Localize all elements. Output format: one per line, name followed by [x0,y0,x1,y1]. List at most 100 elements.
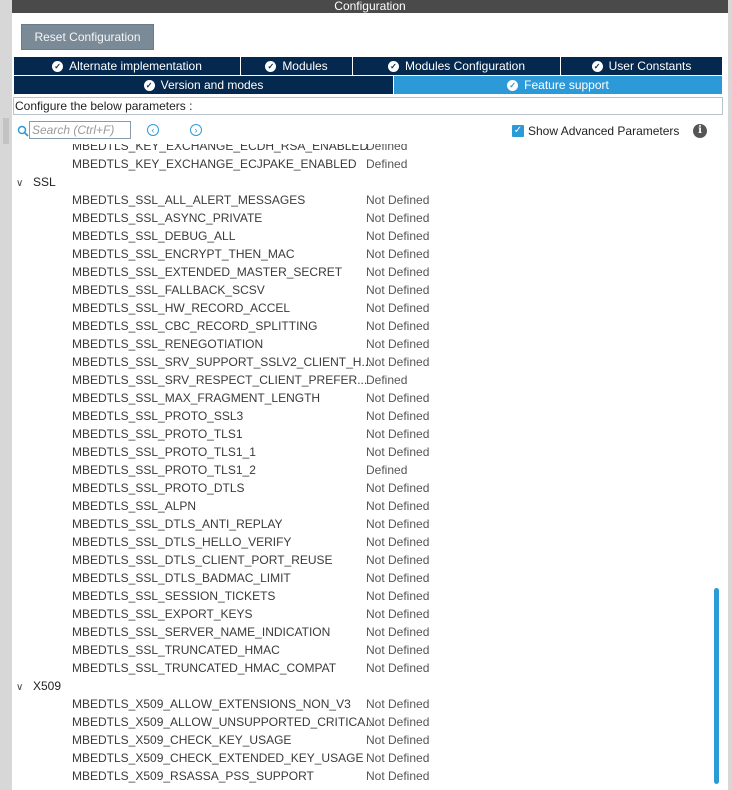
parameter-name: MBEDTLS_SSL_TRUNCATED_HMAC [72,643,280,657]
scrollbar-thumb[interactable] [714,588,719,784]
parameter-value: Not Defined [366,319,430,333]
parameter-value: Not Defined [366,283,430,297]
parameter-row[interactable]: MBEDTLS_SSL_RENEGOTIATION Not Defined [12,335,712,353]
reset-configuration-button[interactable]: Reset Configuration [21,24,154,50]
parameter-row[interactable]: MBEDTLS_SSL_DTLS_ANTI_REPLAY Not Defined [12,515,712,533]
search-input[interactable] [29,121,131,139]
parameter-row[interactable]: MBEDTLS_SSL_ALL_ALERT_MESSAGES Not Define… [12,191,712,209]
parameter-name: MBEDTLS_SSL_PROTO_TLS1_2 [72,463,256,477]
show-advanced-checkbox[interactable]: ✓ [512,125,524,137]
parameter-row[interactable]: MBEDTLS_SSL_PROTO_DTLS Not Defined [12,479,712,497]
parameter-row[interactable]: MBEDTLS_X509_ALLOW_EXTENSIONS_NON_V3 Not … [12,695,712,713]
group-label: SSL [33,175,56,189]
tab-modules[interactable]: ✓ Modules [241,57,353,75]
parameter-name: MBEDTLS_KEY_EXCHANGE_ECDH_RSA_ENABLED [72,144,369,153]
parameter-row[interactable]: MBEDTLS_SSL_SRV_SUPPORT_SSLV2_CLIENT_H..… [12,353,712,371]
parameter-row[interactable]: MBEDTLS_SSL_TRUNCATED_HMAC Not Defined [12,641,712,659]
group-header: ∨ X509 [16,677,61,697]
tab-label: User Constants [608,59,692,73]
tab-version-and-modes[interactable]: ✓ Version and modes [14,76,394,94]
tab-user-constants[interactable]: ✓ User Constants [561,57,722,75]
parameter-value: Not Defined [366,193,430,207]
tree-row-partial[interactable]: MBEDTLS_KEY_EXCHANGE_ECDH_RSA_ENABLED De… [12,144,712,155]
parameter-value: Not Defined [366,733,430,747]
parameter-name: MBEDTLS_SSL_MAX_FRAGMENT_LENGTH [72,391,321,405]
parameter-row[interactable]: MBEDTLS_X509_RSASSA_PSS_SUPPORT Not Defin… [12,767,712,785]
parameter-value: Not Defined [366,535,430,549]
left-panel-edge [0,0,12,790]
check-circle-icon: ✓ [52,60,64,72]
parameter-row[interactable]: MBEDTLS_SSL_ALPN Not Defined [12,497,712,515]
tab-feature-support[interactable]: ✓ Feature support [394,76,722,94]
right-panel-edge [728,0,732,790]
parameter-tree: MBEDTLS_KEY_EXCHANGE_ECDH_RSA_ENABLED De… [12,144,712,790]
parameter-row[interactable]: MBEDTLS_X509_CHECK_EXTENDED_KEY_USAGE Not… [12,749,712,767]
parameter-row[interactable]: MBEDTLS_SSL_PROTO_SSL3 Not Defined [12,407,712,425]
parameter-name: MBEDTLS_SSL_DTLS_CLIENT_PORT_REUSE [72,553,333,567]
parameter-name: MBEDTLS_SSL_SRV_RESPECT_CLIENT_PREFER... [72,373,368,387]
search-previous-icon[interactable]: ‹ [147,124,159,136]
parameter-name: MBEDTLS_SSL_DTLS_HELLO_VERIFY [72,535,292,549]
parameter-value: Not Defined [366,355,430,369]
group-header: ∨ SSL [16,173,56,193]
parameter-row[interactable]: MBEDTLS_SSL_DEBUG_ALL Not Defined [12,227,712,245]
parameter-row[interactable]: MBEDTLS_SSL_DTLS_HELLO_VERIFY Not Defined [12,533,712,551]
parameter-value: Defined [366,144,408,153]
parameter-value: Not Defined [366,301,430,315]
parameter-row[interactable]: MBEDTLS_SSL_PROTO_TLS1 Not Defined [12,425,712,443]
parameter-value: Not Defined [366,391,430,405]
parameter-value: Defined [366,157,408,171]
configure-parameters-label: Configure the below parameters : [13,97,723,115]
parameter-row[interactable]: MBEDTLS_X509_ALLOW_UNSUPPORTED_CRITICA..… [12,713,712,731]
left-panel-marker [3,118,9,144]
parameter-name: MBEDTLS_SSL_PROTO_TLS1_1 [72,445,256,459]
parameter-row[interactable]: MBEDTLS_SSL_ENCRYPT_THEN_MAC Not Defined [12,245,712,263]
parameter-row[interactable]: MBEDTLS_SSL_EXPORT_KEYS Not Defined [12,605,712,623]
parameter-row[interactable]: MBEDTLS_SSL_EXTENDED_MASTER_SECRET Not De… [12,263,712,281]
parameter-name: MBEDTLS_SSL_SERVER_NAME_INDICATION [72,625,331,639]
info-icon[interactable]: i [693,124,707,138]
parameter-row[interactable]: MBEDTLS_SSL_SRV_RESPECT_CLIENT_PREFER...… [12,371,712,389]
parameter-value: Not Defined [366,751,430,765]
parameter-name: MBEDTLS_SSL_PROTO_TLS1 [72,427,243,441]
parameter-value: Not Defined [366,661,430,675]
parameter-row[interactable]: MBEDTLS_X509_CHECK_KEY_USAGE Not Defined [12,731,712,749]
parameter-name: MBEDTLS_X509_CHECK_KEY_USAGE [72,733,292,747]
parameter-row[interactable]: MBEDTLS_SSL_HW_RECORD_ACCEL Not Defined [12,299,712,317]
check-circle-icon: ✓ [591,60,603,72]
parameter-value: Not Defined [366,625,430,639]
parameter-row[interactable]: MBEDTLS_SSL_TRUNCATED_HMAC_COMPAT Not Def… [12,659,712,677]
parameter-name: MBEDTLS_SSL_DTLS_BADMAC_LIMIT [72,571,291,585]
parameter-value: Not Defined [366,571,430,585]
parameter-row[interactable]: MBEDTLS_SSL_ASYNC_PRIVATE Not Defined [12,209,712,227]
tree-group-ssl[interactable]: ∨ SSL [12,173,712,191]
parameter-row[interactable]: MBEDTLS_SSL_FALLBACK_SCSV Not Defined [12,281,712,299]
parameter-row[interactable]: MBEDTLS_SSL_DTLS_BADMAC_LIMIT Not Defined [12,569,712,587]
parameter-name: MBEDTLS_SSL_FALLBACK_SCSV [72,283,265,297]
parameter-name: MBEDTLS_SSL_ALL_ALERT_MESSAGES [72,193,306,207]
parameter-value: Not Defined [366,211,430,225]
parameter-value: Not Defined [366,229,430,243]
parameter-name: MBEDTLS_SSL_ENCRYPT_THEN_MAC [72,247,295,261]
parameter-value: Defined [366,463,408,477]
parameter-row[interactable]: MBEDTLS_SSL_PROTO_TLS1_2 Defined [12,461,712,479]
parameter-name: MBEDTLS_X509_ALLOW_UNSUPPORTED_CRITICA..… [72,715,376,729]
parameter-row[interactable]: MBEDTLS_SSL_PROTO_TLS1_1 Not Defined [12,443,712,461]
tab-alternate-implementation[interactable]: ✓ Alternate implementation [14,57,241,75]
tab-modules-configuration[interactable]: ✓ Modules Configuration [353,57,561,75]
parameter-row[interactable]: MBEDTLS_SSL_CBC_RECORD_SPLITTING Not Defi… [12,317,712,335]
tab-label: Modules [282,59,328,73]
tab-label: Alternate implementation [69,59,202,73]
parameter-row[interactable]: MBEDTLS_SSL_DTLS_CLIENT_PORT_REUSE Not De… [12,551,712,569]
parameter-row[interactable]: MBEDTLS_KEY_EXCHANGE_ECJPAKE_ENABLED Defi… [12,155,712,173]
parameter-name: MBEDTLS_SSL_SRV_SUPPORT_SSLV2_CLIENT_H..… [72,355,372,369]
parameter-name: MBEDTLS_SSL_PROTO_DTLS [72,481,245,495]
parameter-name: MBEDTLS_SSL_EXPORT_KEYS [72,607,253,621]
parameter-row[interactable]: MBEDTLS_SSL_SESSION_TICKETS Not Defined [12,587,712,605]
parameter-name: MBEDTLS_KEY_EXCHANGE_ECJPAKE_ENABLED [72,157,357,171]
parameter-row[interactable]: MBEDTLS_SSL_MAX_FRAGMENT_LENGTH Not Defin… [12,389,712,407]
parameter-value: Not Defined [366,589,430,603]
search-next-icon[interactable]: › [190,124,202,136]
parameter-row[interactable]: MBEDTLS_SSL_SERVER_NAME_INDICATION Not De… [12,623,712,641]
tree-group-x509[interactable]: ∨ X509 [12,677,712,695]
